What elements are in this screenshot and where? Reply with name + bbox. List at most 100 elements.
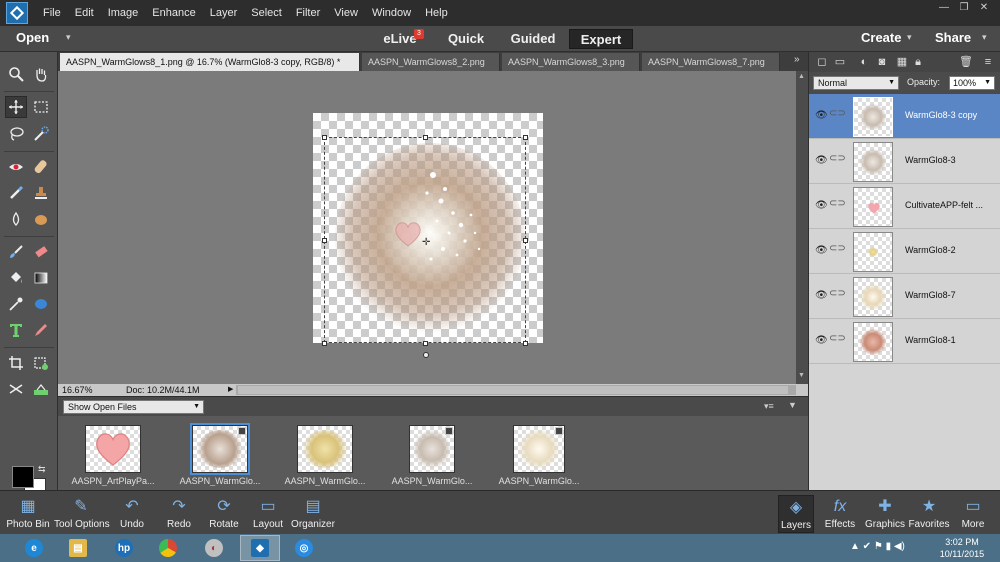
taskbar-hp[interactable]: hp bbox=[104, 535, 144, 561]
adjustment-layer-icon[interactable]: ◐ bbox=[857, 55, 871, 69]
layer-name[interactable]: WarmGlo8-3 bbox=[905, 155, 997, 165]
quick-mode-tab[interactable]: Quick bbox=[440, 29, 492, 49]
guided-mode-tab[interactable]: Guided bbox=[504, 29, 562, 49]
bin-thumbnail[interactable] bbox=[409, 425, 455, 473]
content-aware-move-tool-icon[interactable] bbox=[5, 378, 27, 400]
horizontal-scrollbar[interactable] bbox=[236, 385, 796, 395]
recompose-tool-icon[interactable] bbox=[30, 352, 52, 374]
vertical-scrollbar[interactable]: ▲ ▼ bbox=[796, 71, 808, 384]
tool-options-button[interactable]: ✎ Tool Options bbox=[54, 495, 110, 533]
spot-healing-tool-icon[interactable] bbox=[30, 156, 52, 178]
blur-tool-icon[interactable] bbox=[5, 208, 27, 230]
new-group-icon[interactable]: ▭ bbox=[833, 55, 847, 69]
create-button[interactable]: Create bbox=[861, 30, 901, 45]
opacity-input[interactable]: 100% ▼ bbox=[949, 76, 995, 90]
reference-point-icon[interactable]: ✛ bbox=[422, 237, 430, 248]
marquee-tool-icon[interactable] bbox=[30, 96, 52, 118]
shape-tool-icon[interactable] bbox=[30, 293, 52, 315]
link-icon[interactable]: ⊂⊃ bbox=[829, 108, 846, 119]
taskbar-sync[interactable]: ◎ bbox=[284, 535, 324, 561]
chevron-down-icon[interactable]: ▾ bbox=[982, 32, 987, 43]
layer-row[interactable]: 👁︎ ⊂⊃ WarmGlo8-3 copy bbox=[809, 94, 1000, 139]
visibility-eye-icon[interactable]: 👁︎ bbox=[815, 110, 828, 121]
bin-thumbnail[interactable] bbox=[297, 425, 353, 473]
effects-button[interactable]: fx Effects bbox=[816, 495, 864, 533]
bin-thumbnail[interactable] bbox=[190, 423, 250, 475]
type-tool-icon[interactable] bbox=[5, 319, 27, 341]
expert-mode-tab[interactable]: Expert bbox=[569, 29, 633, 49]
tab-warmglows8-1[interactable]: AASPN_WarmGlows8_1.png @ 16.7% (WarmGlo8… bbox=[60, 53, 360, 71]
zoom-tool-icon[interactable] bbox=[5, 63, 27, 85]
taskbar-paint[interactable]: ◐ bbox=[194, 535, 234, 561]
pencil-tool-icon[interactable] bbox=[30, 319, 52, 341]
move-tool-icon[interactable] bbox=[5, 96, 27, 118]
foreground-color-swatch[interactable] bbox=[12, 466, 34, 488]
transform-handle[interactable] bbox=[322, 238, 327, 243]
layers-button[interactable]: ◈ Layers bbox=[778, 495, 814, 533]
transform-handle[interactable] bbox=[523, 341, 528, 346]
brush-tool-icon[interactable] bbox=[5, 241, 27, 263]
layer-name[interactable]: WarmGlo8-3 copy bbox=[905, 110, 997, 120]
open-button[interactable]: Open bbox=[16, 30, 49, 45]
menu-layer[interactable]: Layer bbox=[203, 0, 245, 26]
panel-menu-icon[interactable]: ≡ bbox=[981, 55, 995, 69]
transform-handle[interactable] bbox=[322, 135, 327, 140]
chevron-down-icon[interactable]: ▾ bbox=[66, 32, 71, 43]
graphics-button[interactable]: ✚ Graphics bbox=[860, 495, 910, 533]
visibility-eye-icon[interactable]: 👁︎ bbox=[815, 335, 828, 346]
taskbar-file-explorer[interactable]: ▤ bbox=[58, 535, 98, 561]
layer-row[interactable]: 👁︎ ⊂⊃ WarmGlo8-1 bbox=[809, 319, 1000, 364]
layer-name[interactable]: CultivateAPP-felt ... bbox=[905, 200, 997, 210]
lock-all-icon[interactable]: 🔒︎ bbox=[911, 55, 925, 69]
restore-button[interactable]: ❐ bbox=[954, 2, 974, 14]
menu-select[interactable]: Select bbox=[244, 0, 289, 26]
taskbar-internet-explorer[interactable]: e bbox=[14, 535, 54, 561]
layer-name[interactable]: WarmGlo8-7 bbox=[905, 290, 997, 300]
lock-transparent-icon[interactable]: ▦ bbox=[895, 55, 909, 69]
blend-mode-select[interactable]: Normal ▼ bbox=[813, 76, 899, 90]
menu-window[interactable]: Window bbox=[365, 0, 418, 26]
link-icon[interactable]: ⊂⊃ bbox=[829, 243, 846, 254]
layer-row[interactable]: 👁︎ ⊂⊃ WarmGlo8-7 bbox=[809, 274, 1000, 319]
more-button[interactable]: ▭ More bbox=[952, 495, 994, 533]
menu-filter[interactable]: Filter bbox=[289, 0, 327, 26]
hand-tool-icon[interactable] bbox=[30, 63, 52, 85]
menu-image[interactable]: Image bbox=[101, 0, 146, 26]
menu-file[interactable]: File bbox=[36, 0, 68, 26]
eyedropper-tool-icon[interactable] bbox=[5, 293, 27, 315]
crop-tool-icon[interactable] bbox=[5, 352, 27, 374]
link-icon[interactable]: ⊂⊃ bbox=[829, 333, 846, 344]
menu-help[interactable]: Help bbox=[418, 0, 455, 26]
chevron-right-icon[interactable]: ▶ bbox=[228, 384, 233, 396]
transform-handle[interactable] bbox=[322, 341, 327, 346]
chevron-down-icon[interactable]: ▼ bbox=[984, 77, 991, 89]
visibility-eye-icon[interactable]: 👁︎ bbox=[815, 200, 828, 211]
straighten-tool-icon[interactable] bbox=[30, 378, 52, 400]
photo-bin-button[interactable]: ▦ Photo Bin bbox=[0, 495, 56, 533]
menu-enhance[interactable]: Enhance bbox=[145, 0, 202, 26]
zoom-level[interactable]: 16.67% bbox=[62, 384, 93, 396]
transform-handle[interactable] bbox=[523, 135, 528, 140]
lasso-tool-icon[interactable] bbox=[5, 123, 27, 145]
gradient-tool-icon[interactable] bbox=[30, 267, 52, 289]
sponge-tool-icon[interactable] bbox=[30, 208, 52, 230]
menu-edit[interactable]: Edit bbox=[68, 0, 101, 26]
photo-bin-source-select[interactable]: Show Open Files ▼ bbox=[63, 400, 204, 414]
taskbar-photoshop-elements[interactable]: ◆ bbox=[240, 535, 280, 561]
organizer-button[interactable]: ▤ Organizer bbox=[285, 495, 341, 533]
swap-colors-icon[interactable]: ⇆ bbox=[38, 464, 46, 475]
layer-row[interactable]: 👁︎ ⊂⊃ WarmGlo8-3 bbox=[809, 139, 1000, 184]
scroll-up-icon[interactable]: ▲ bbox=[798, 73, 805, 80]
red-eye-tool-icon[interactable] bbox=[5, 156, 27, 178]
menu-view[interactable]: View bbox=[327, 0, 365, 26]
share-button[interactable]: Share bbox=[935, 30, 971, 45]
transform-handle[interactable] bbox=[423, 135, 428, 140]
scroll-down-icon[interactable]: ▼ bbox=[798, 372, 805, 379]
bin-thumbnail[interactable] bbox=[513, 425, 565, 473]
layer-row[interactable]: 👁︎ ⊂⊃ WarmGlo8-2 bbox=[809, 229, 1000, 274]
quick-selection-tool-icon[interactable] bbox=[30, 123, 52, 145]
tab-warmglows8-2[interactable]: AASPN_WarmGlows8_2.png bbox=[362, 53, 500, 71]
clone-stamp-tool-icon[interactable] bbox=[30, 182, 52, 204]
link-icon[interactable]: ⊂⊃ bbox=[829, 198, 846, 209]
link-icon[interactable]: ⊂⊃ bbox=[829, 288, 846, 299]
